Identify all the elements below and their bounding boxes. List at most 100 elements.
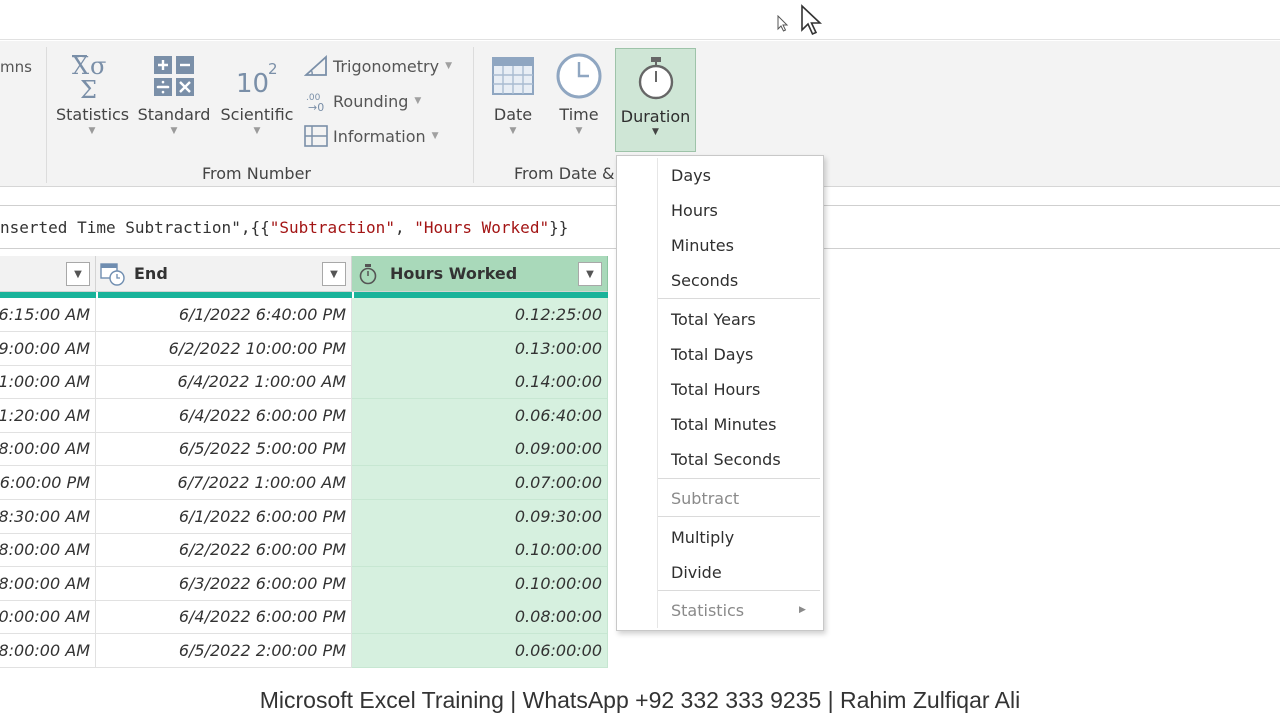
- end-cell[interactable]: 6/4/2022 1:00:00 AM: [96, 365, 352, 400]
- end-cell[interactable]: 6/4/2022 6:00:00 PM: [96, 600, 352, 635]
- svg-text:Σ: Σ: [80, 76, 97, 100]
- menu-item-hours[interactable]: Hours: [671, 201, 718, 220]
- scientific-icon: 10 2: [218, 47, 296, 105]
- hours-worked-cell[interactable]: 0.06:00:00: [352, 634, 608, 668]
- hours-worked-cell[interactable]: 0.09:30:00: [352, 499, 608, 534]
- hours-worked-cell[interactable]: 0.10:00:00: [352, 566, 608, 601]
- trigonometry-icon: [303, 54, 329, 78]
- menu-item-subtract: Subtract: [671, 489, 740, 508]
- table-row[interactable]: 9:00:00 AM 6/2/2022 10:00:00 PM 0.13:00:00: [0, 331, 608, 366]
- footer-caption: Microsoft Excel Training | WhatsApp +92 …: [0, 680, 1280, 720]
- rounding-icon: .00 →0: [303, 89, 329, 113]
- information-button[interactable]: Information ▼: [303, 123, 439, 149]
- column-header-start[interactable]: ▼: [0, 256, 96, 292]
- menu-item-minutes[interactable]: Minutes: [671, 236, 734, 255]
- duration-type-icon[interactable]: [358, 263, 378, 289]
- end-cell[interactable]: 6/2/2022 6:00:00 PM: [96, 533, 352, 568]
- start-cell[interactable]: 8:00:00 AM: [0, 432, 96, 467]
- menu-item-divide[interactable]: Divide: [671, 563, 722, 582]
- formula-suffix: }}: [549, 218, 569, 237]
- hours-worked-cell[interactable]: 0.09:00:00: [352, 432, 608, 467]
- column-filter-dropdown[interactable]: ▼: [322, 262, 346, 286]
- mouse-pointer-icon: [801, 4, 823, 36]
- menu-item-multiply[interactable]: Multiply: [671, 528, 734, 547]
- menu-separator: [658, 590, 820, 591]
- start-cell[interactable]: 0:00:00 AM: [0, 600, 96, 635]
- end-cell[interactable]: 6/7/2022 1:00:00 AM: [96, 466, 352, 500]
- menu-item-total-days[interactable]: Total Days: [671, 345, 753, 364]
- time-button[interactable]: Time ▼: [552, 47, 606, 147]
- table-row[interactable]: 8:30:00 AM 6/1/2022 6:00:00 PM 0.09:30:00: [0, 499, 608, 534]
- chevron-down-icon: ▼: [414, 96, 422, 106]
- table-row[interactable]: 6:15:00 AM 6/1/2022 6:40:00 PM 0.12:25:00: [0, 298, 608, 332]
- menu-item-total-hours[interactable]: Total Hours: [671, 380, 760, 399]
- table-row[interactable]: 8:00:00 AM 6/5/2022 5:00:00 PM 0.09:00:00: [0, 432, 608, 467]
- start-cell[interactable]: 8:00:00 AM: [0, 634, 96, 668]
- end-cell[interactable]: 6/1/2022 6:00:00 PM: [96, 499, 352, 534]
- standard-button[interactable]: Standard ▼: [136, 47, 212, 147]
- hours-worked-cell[interactable]: 0.12:25:00: [352, 298, 608, 332]
- start-cell[interactable]: 1:00:00 AM: [0, 365, 96, 400]
- column-header-hours-worked[interactable]: Hours Worked ▼: [352, 256, 608, 292]
- hours-worked-cell[interactable]: 0.14:00:00: [352, 365, 608, 400]
- menu-item-seconds[interactable]: Seconds: [671, 271, 738, 290]
- table-row[interactable]: 1:20:00 AM 6/4/2022 6:00:00 PM 0.06:40:00: [0, 398, 608, 433]
- end-cell[interactable]: 6/5/2022 2:00:00 PM: [96, 634, 352, 668]
- end-cell[interactable]: 6/4/2022 6:00:00 PM: [96, 398, 352, 433]
- formula-separator: ,: [394, 218, 415, 237]
- column-header-label: End: [134, 264, 168, 283]
- chevron-down-icon: ▼: [170, 126, 178, 136]
- table-row[interactable]: 0:00:00 AM 6/4/2022 6:00:00 PM 0.08:00:00: [0, 600, 608, 635]
- rounding-label: Rounding: [333, 91, 409, 111]
- menu-item-total-years[interactable]: Total Years: [671, 310, 756, 329]
- scientific-icon-exponent: 2: [268, 60, 278, 78]
- start-cell[interactable]: 9:00:00 AM: [0, 331, 96, 366]
- table-row[interactable]: 1:00:00 AM 6/4/2022 1:00:00 AM 0.14:00:00: [0, 365, 608, 400]
- table-row[interactable]: 8:00:00 AM 6/3/2022 6:00:00 PM 0.10:00:00: [0, 566, 608, 601]
- chevron-down-icon: ▼: [509, 126, 517, 136]
- mouse-pointer-small-icon: [777, 15, 789, 32]
- group-label-from-date: From Date &: [514, 164, 615, 183]
- start-cell[interactable]: 8:00:00 AM: [0, 566, 96, 601]
- start-cell[interactable]: 8:00:00 AM: [0, 533, 96, 568]
- table-row[interactable]: 8:00:00 AM 6/5/2022 2:00:00 PM 0.06:00:00: [0, 634, 608, 668]
- duration-button[interactable]: Duration ▼: [615, 48, 696, 152]
- formula-string-hours-worked: "Hours Worked": [414, 218, 550, 237]
- trigonometry-button[interactable]: Trigonometry ▼: [303, 53, 452, 79]
- menu-item-days[interactable]: Days: [671, 166, 711, 185]
- start-cell[interactable]: 6:15:00 AM: [0, 298, 96, 332]
- end-cell[interactable]: 6/2/2022 10:00:00 PM: [96, 331, 352, 366]
- table-row[interactable]: 8:00:00 AM 6/2/2022 6:00:00 PM 0.10:00:00: [0, 533, 608, 568]
- hours-worked-cell[interactable]: 0.07:00:00: [352, 466, 608, 500]
- column-filter-dropdown[interactable]: ▼: [578, 262, 602, 286]
- end-cell[interactable]: 6/1/2022 6:40:00 PM: [96, 298, 352, 332]
- end-cell[interactable]: 6/5/2022 5:00:00 PM: [96, 432, 352, 467]
- column-filter-dropdown[interactable]: ▼: [66, 262, 90, 286]
- hours-worked-cell[interactable]: 0.13:00:00: [352, 331, 608, 366]
- data-grid[interactable]: ▼ End ▼ Hours Worked ▼ 6:15:00 AM6/1/20: [0, 256, 608, 678]
- duration-label: Duration: [620, 107, 691, 126]
- chevron-down-icon: ▼: [445, 61, 452, 71]
- start-cell[interactable]: 6:00:00 PM: [0, 466, 96, 500]
- hours-worked-cell[interactable]: 0.06:40:00: [352, 398, 608, 433]
- datetime-type-icon[interactable]: [100, 262, 126, 290]
- menu-item-statistics[interactable]: Statistics: [671, 601, 744, 620]
- trigonometry-label: Trigonometry: [333, 56, 440, 76]
- formula-text[interactable]: nserted Time Subtraction",{{"Subtraction…: [0, 218, 568, 237]
- scientific-button[interactable]: 10 2 Scientific ▼: [218, 47, 296, 147]
- ribbon-separator: [473, 47, 474, 183]
- date-button[interactable]: Date ▼: [486, 47, 540, 147]
- start-cell[interactable]: 8:30:00 AM: [0, 499, 96, 534]
- start-cell[interactable]: 1:20:00 AM: [0, 398, 96, 433]
- hours-worked-cell[interactable]: 0.08:00:00: [352, 600, 608, 635]
- rounding-button[interactable]: .00 →0 Rounding ▼: [303, 88, 421, 114]
- time-label: Time: [559, 105, 599, 124]
- menu-item-total-seconds[interactable]: Total Seconds: [671, 450, 781, 469]
- column-header-end[interactable]: End ▼: [96, 256, 352, 292]
- hours-worked-cell[interactable]: 0.10:00:00: [352, 533, 608, 568]
- menu-item-total-minutes[interactable]: Total Minutes: [671, 415, 776, 434]
- statistics-button[interactable]: X σ Σ Statistics ▼: [56, 47, 129, 147]
- title-strip: [0, 0, 1280, 40]
- table-row[interactable]: 6:00:00 PM 6/7/2022 1:00:00 AM 0.07:00:00: [0, 466, 608, 500]
- end-cell[interactable]: 6/3/2022 6:00:00 PM: [96, 566, 352, 601]
